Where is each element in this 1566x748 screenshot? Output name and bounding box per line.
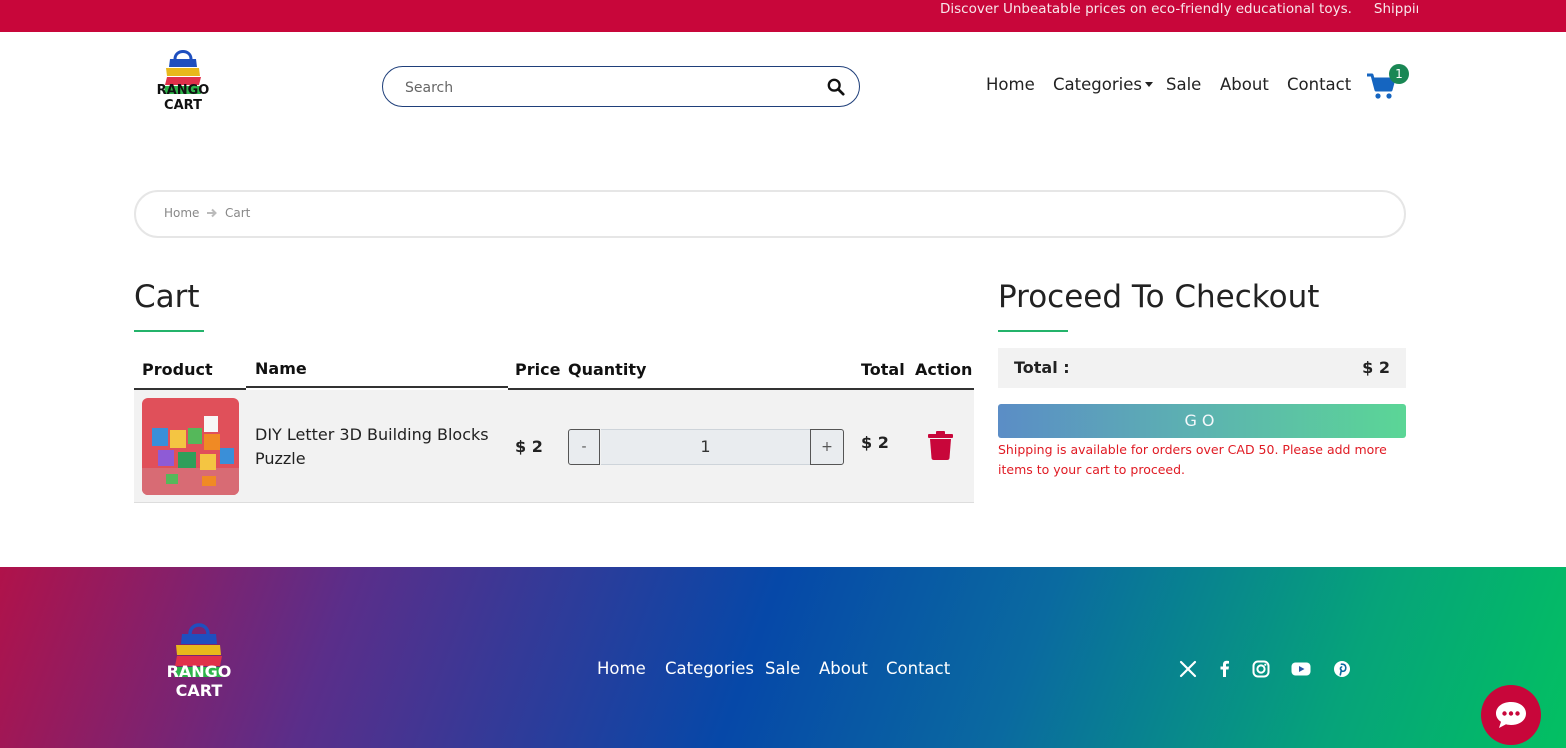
title-underline [134,330,204,332]
column-header-price: Price [515,360,561,379]
breadcrumb-home[interactable]: Home [164,206,199,220]
quantity-decrease-button[interactable]: - [568,429,600,465]
shipping-notice: Shipping is available for orders over CA… [998,442,1387,477]
product-name[interactable]: DIY Letter 3D Building Blocks Puzzle [255,423,495,471]
search-icon[interactable] [827,78,845,96]
order-total-box: Total : $ 2 [998,348,1406,388]
announcement-text: Discover Unbeatable prices on eco-friend… [940,1,1352,17]
header-divider [246,386,508,388]
go-checkout-button[interactable]: GO [998,404,1406,438]
checkout-title: Proceed To Checkout [998,279,1320,315]
breadcrumb-cart: Cart [225,206,251,220]
search-bar [382,66,860,107]
pinterest-icon[interactable] [1333,660,1351,678]
footer-nav-categories[interactable]: Categories [665,659,754,678]
column-header-name: Name [255,359,307,378]
site-logo[interactable]: RANGO CART [143,47,223,113]
announcement-marquee: Discover Unbeatable prices on eco-friend… [940,0,1418,32]
instagram-icon[interactable] [1252,660,1270,678]
nav-sale[interactable]: Sale [1166,75,1201,99]
nav-home[interactable]: Home [986,75,1035,99]
column-header-total: Total [861,360,905,379]
announcement-text: Shipping avai [1373,1,1418,17]
column-header-product: Product [142,360,213,379]
footer-nav-about[interactable]: About [819,659,868,678]
footer-nav-contact[interactable]: Contact [886,659,950,678]
nav-categories-label: Categories [1053,75,1142,94]
title-underline [998,330,1068,332]
chat-widget-button[interactable] [1481,685,1541,745]
product-price: $ 2 [515,437,543,456]
chat-bubble-icon [1496,702,1526,728]
breadcrumb: Home Cart [134,190,1406,238]
facebook-icon[interactable] [1216,660,1234,678]
product-thumbnail[interactable] [142,398,239,495]
nav-about[interactable]: About [1220,75,1269,99]
arrow-right-icon [207,208,217,218]
logo-text: RANGO CART [156,83,210,113]
youtube-icon[interactable] [1291,660,1311,678]
footer-logo-text: RANGO CART [166,662,232,700]
search-input[interactable] [403,76,817,100]
x-icon[interactable] [1179,660,1197,678]
column-header-action: Action [915,360,973,379]
footer-logo[interactable]: RANGO CART [150,620,248,700]
row-total: $ 2 [861,433,889,452]
column-header-quantity: Quantity [568,360,647,379]
cart-count-badge: 1 [1389,64,1409,84]
quantity-increase-button[interactable]: + [810,429,844,465]
total-value: $ 2 [1362,358,1390,377]
chevron-down-icon [1144,82,1153,87]
trash-icon[interactable] [928,431,953,460]
footer-nav-home[interactable]: Home [597,659,646,678]
cart-title: Cart [134,279,200,315]
quantity-input[interactable]: 1 [601,429,810,465]
nav-contact[interactable]: Contact [1287,75,1351,99]
total-label: Total : [1014,358,1070,377]
footer-nav-sale[interactable]: Sale [765,659,800,678]
nav-categories[interactable]: Categories [1053,75,1153,99]
announcement-bar: Discover Unbeatable prices on eco-friend… [0,0,1566,32]
product-image [142,398,239,495]
